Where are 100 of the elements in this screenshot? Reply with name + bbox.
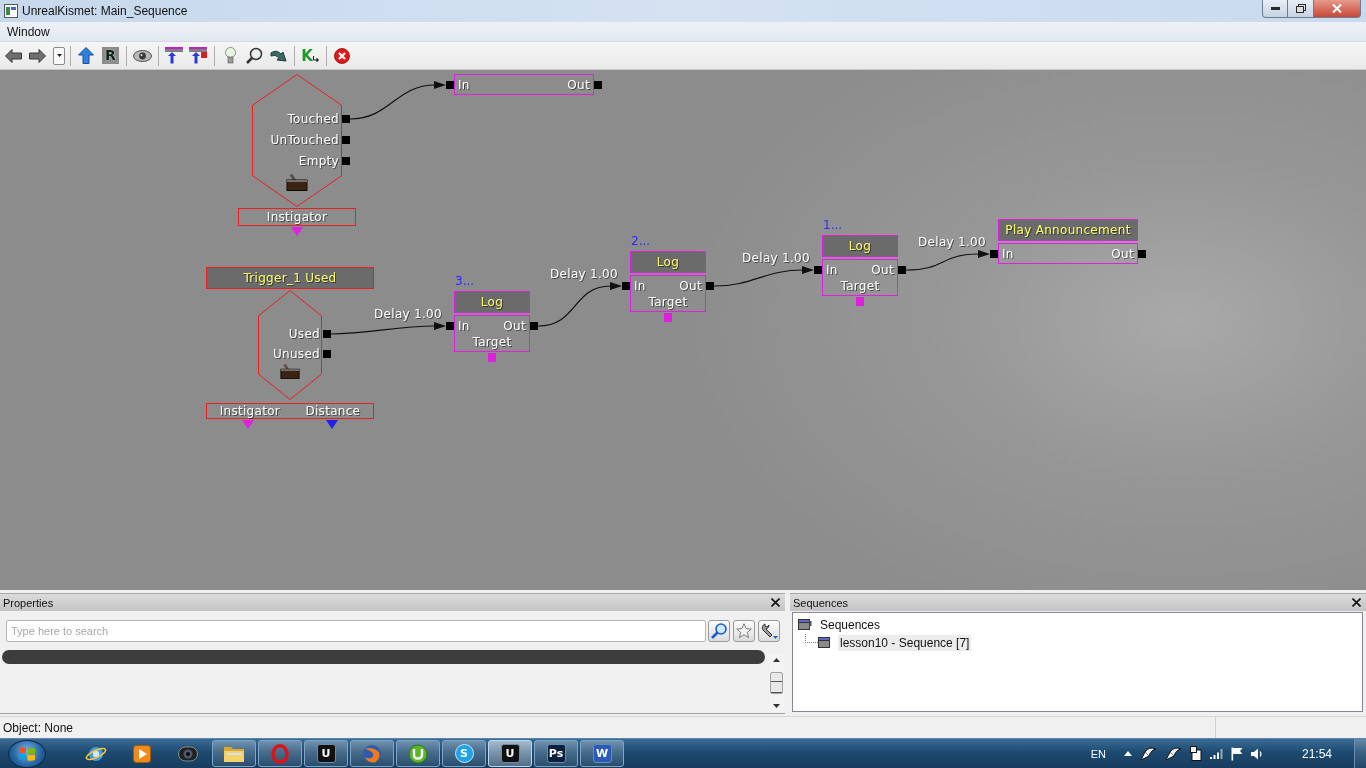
panel-title: Sequences xyxy=(793,596,849,609)
output-label: UnTouched xyxy=(270,133,339,147)
minimize-button[interactable] xyxy=(1262,0,1288,18)
variable-label: Distance xyxy=(305,404,361,418)
curved-arrow-icon xyxy=(269,48,287,63)
output-label: Unused xyxy=(272,347,320,361)
lever-icon xyxy=(280,363,300,379)
clock[interactable]: 21:54 xyxy=(1301,746,1332,761)
search-field[interactable]: Type here to search xyxy=(6,620,706,642)
window-icon xyxy=(798,619,812,630)
delay-label: Delay 1.00 xyxy=(918,235,986,249)
variable-label: Target xyxy=(472,334,512,350)
caret-up-icon xyxy=(773,658,780,662)
input-label: In xyxy=(458,318,470,334)
minimize-icon xyxy=(1270,7,1280,10)
toolbar-button[interactable] xyxy=(163,44,185,67)
camera-icon xyxy=(178,745,198,762)
variable-label: Target xyxy=(840,278,880,294)
signal-icon[interactable] xyxy=(1209,748,1223,759)
window-title: UnrealKismet: Main_Sequence xyxy=(22,4,188,18)
wrench-icon xyxy=(760,622,778,640)
scrollbar[interactable] xyxy=(769,654,784,712)
star-icon xyxy=(736,623,752,639)
maximize-button[interactable] xyxy=(1288,0,1314,18)
search-button[interactable] xyxy=(708,620,730,642)
arrow-left-icon xyxy=(4,48,22,63)
device-icon[interactable] xyxy=(1189,746,1202,761)
taskbar-button[interactable] xyxy=(396,740,440,767)
start-button[interactable] xyxy=(8,739,46,768)
close-icon xyxy=(334,47,350,64)
node-title: Log xyxy=(822,235,898,257)
node-title: Log xyxy=(454,291,530,313)
input-label: In xyxy=(1002,246,1014,262)
tree-item[interactable]: Sequences xyxy=(818,616,883,633)
pen-icon[interactable] xyxy=(1139,746,1157,761)
node-title: Play Announcement xyxy=(998,219,1138,241)
close-button[interactable] xyxy=(1351,597,1362,608)
delay-label: Delay 1.00 xyxy=(742,251,810,265)
variable-label: Instigator xyxy=(219,404,281,418)
scrollbar-thumb[interactable] xyxy=(770,672,783,694)
speaker-icon[interactable] xyxy=(1250,747,1264,760)
caret-up-icon[interactable] xyxy=(1123,751,1132,756)
lever-icon xyxy=(286,173,308,191)
flag-logo-icon xyxy=(18,745,36,762)
eye-icon xyxy=(132,49,152,62)
toolbar-button[interactable]: R xyxy=(102,47,119,64)
taskbar-button[interactable]: Ps xyxy=(534,740,578,767)
arrow-bar-icon xyxy=(189,47,207,64)
disc-icon xyxy=(408,743,428,764)
output-label: Used xyxy=(288,327,320,341)
pen-icon[interactable] xyxy=(1164,746,1182,761)
lightbulb-icon xyxy=(224,47,236,64)
history-dropdown[interactable] xyxy=(53,46,65,65)
taskbar-button[interactable]: W xyxy=(580,740,624,767)
arrow-bar-icon xyxy=(165,47,183,64)
node-comment: 2... xyxy=(631,234,651,248)
play-icon xyxy=(133,744,151,763)
input-label: In xyxy=(826,262,838,278)
show-desktop-button[interactable] xyxy=(1354,739,1366,768)
input-label: In xyxy=(458,77,470,93)
tree-item[interactable]: lesson10 - Sequence [7] xyxy=(838,634,972,651)
flag-icon[interactable] xyxy=(1230,746,1243,761)
node-comment: 3... xyxy=(455,274,475,288)
parent-button[interactable] xyxy=(75,44,97,67)
input-label: In xyxy=(634,278,646,294)
variable-port-icon[interactable] xyxy=(326,420,338,429)
maximize-icon xyxy=(1295,4,1306,13)
globe-icon xyxy=(362,743,382,764)
taskbar-button[interactable] xyxy=(212,740,256,767)
language-indicator[interactable]: EN xyxy=(1090,747,1106,760)
output-label: Out xyxy=(503,318,526,334)
caret-down-icon xyxy=(773,704,780,708)
status-text: Object: None xyxy=(3,720,74,735)
variable-label: Target xyxy=(648,294,688,310)
variable-label: Instigator xyxy=(266,210,328,224)
event-title: Trigger_1 Used xyxy=(206,267,374,289)
app-icon xyxy=(4,4,18,18)
close-button[interactable] xyxy=(770,597,781,608)
wrench-button[interactable] xyxy=(758,620,780,642)
folder-icon xyxy=(223,744,245,763)
taskbar-button[interactable]: U xyxy=(304,740,348,767)
delay-label: Delay 1.00 xyxy=(374,307,442,321)
window-icon xyxy=(818,637,830,648)
taskbar-button[interactable]: U xyxy=(488,740,532,767)
delay-label: Delay 1.00 xyxy=(550,267,618,281)
arrow-right-icon xyxy=(28,48,46,63)
panel-title: Properties xyxy=(3,596,54,609)
node-title: Log xyxy=(630,251,706,273)
output-label: Out xyxy=(1111,246,1134,262)
ring-icon xyxy=(271,743,289,764)
arrow-icon xyxy=(312,56,319,63)
close-icon xyxy=(1332,4,1342,13)
output-label: Touched xyxy=(287,112,339,126)
search-icon xyxy=(245,47,263,64)
menu-item[interactable]: Window xyxy=(2,23,55,40)
output-label: Out xyxy=(871,262,894,278)
caret-down-icon xyxy=(56,54,62,57)
toolbar-button[interactable] xyxy=(187,44,209,67)
star-button[interactable] xyxy=(733,620,755,642)
output-label: Out xyxy=(679,278,702,294)
